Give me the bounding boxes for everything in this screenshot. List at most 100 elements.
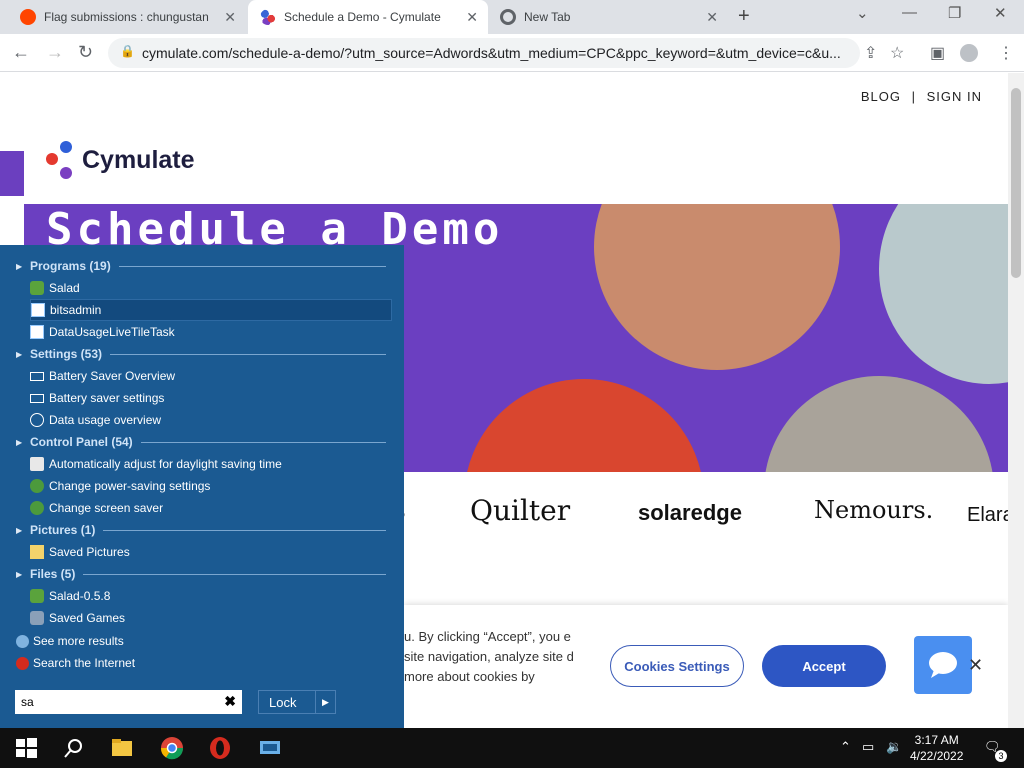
side-panel-icon[interactable]: ▣ bbox=[930, 43, 945, 63]
group-header-label: Programs (19) bbox=[30, 259, 111, 273]
result-label: Automatically adjust for daylight saving… bbox=[49, 457, 282, 471]
restore-button[interactable]: ❐ bbox=[948, 4, 961, 22]
triangle-right-icon: ▶ bbox=[16, 261, 23, 271]
tab-new-tab[interactable]: New Tab ✕ bbox=[488, 0, 728, 34]
chat-bubble-icon bbox=[929, 652, 957, 678]
group-header-files[interactable]: ▶ Files (5) bbox=[16, 563, 386, 585]
result-item[interactable]: Automatically adjust for daylight saving… bbox=[30, 453, 392, 475]
reddit-icon bbox=[20, 9, 36, 25]
brand-logo: Quilter bbox=[470, 494, 571, 527]
clock[interactable]: 3:17 AM 4/22/2022 bbox=[910, 732, 963, 764]
close-icon[interactable]: ✕ bbox=[466, 9, 478, 26]
result-label: Battery saver settings bbox=[49, 391, 165, 405]
result-label: Data usage overview bbox=[49, 413, 162, 427]
tab-flag-submissions[interactable]: Flag submissions : chungustan ✕ bbox=[8, 0, 246, 34]
result-label: Battery Saver Overview bbox=[49, 369, 176, 383]
minimize-button[interactable]: — bbox=[902, 4, 917, 21]
cookie-text: u. By clicking “Accept”, you e site navi… bbox=[404, 629, 574, 684]
opera-icon[interactable] bbox=[208, 736, 232, 760]
close-icon[interactable]: ✕ bbox=[968, 655, 983, 676]
search-internet-link[interactable]: Search the Internet bbox=[16, 652, 135, 674]
task-window-icon bbox=[31, 303, 45, 317]
search-internet-label: Search the Internet bbox=[33, 656, 136, 670]
logo-text[interactable]: Cymulate bbox=[82, 146, 195, 175]
window-close-button[interactable]: ✕ bbox=[994, 4, 1007, 22]
result-item[interactable]: Salad-0.5.8 bbox=[30, 585, 392, 607]
accept-button[interactable]: Accept bbox=[762, 645, 886, 687]
reload-icon[interactable]: ↻ bbox=[78, 42, 93, 63]
see-more-results-link[interactable]: See more results bbox=[16, 630, 124, 652]
task-window-icon bbox=[30, 325, 44, 339]
forward-icon[interactable]: → bbox=[46, 42, 64, 63]
volume-icon[interactable]: 🔉 bbox=[886, 739, 902, 755]
search-input[interactable]: sa ✖ bbox=[15, 690, 242, 714]
clear-search-icon[interactable]: ✖ bbox=[224, 693, 236, 710]
windows-start-icon[interactable] bbox=[14, 736, 38, 760]
chevron-up-icon[interactable]: ⌃ bbox=[840, 739, 851, 755]
lock-icon[interactable]: 🔒 bbox=[120, 44, 135, 58]
browser-toolbar: ← → ↻ 🔒 cymulate.com/schedule-a-demo/?ut… bbox=[0, 34, 1024, 72]
blog-link[interactable]: BLOG bbox=[861, 89, 901, 104]
profile-avatar[interactable] bbox=[960, 44, 978, 62]
back-icon[interactable]: ← bbox=[12, 42, 30, 63]
power-options-icon bbox=[30, 479, 44, 493]
result-item[interactable]: DataUsageLiveTileTask bbox=[30, 321, 392, 343]
address-bar[interactable]: 🔒 cymulate.com/schedule-a-demo/?utm_sour… bbox=[108, 38, 860, 68]
lock-label: Lock bbox=[269, 694, 297, 710]
power-options-arrow-icon[interactable]: ▶ bbox=[315, 691, 335, 713]
group-header-pictures[interactable]: ▶ Pictures (1) bbox=[16, 519, 386, 541]
scroll-thumb[interactable] bbox=[1011, 88, 1021, 278]
group-header-label: Control Panel (54) bbox=[30, 435, 133, 449]
result-label: DataUsageLiveTileTask bbox=[49, 325, 175, 339]
tab-search-icon[interactable]: ⌄ bbox=[856, 4, 869, 22]
group-header-control-panel[interactable]: ▶ Control Panel (54) bbox=[16, 431, 386, 453]
url-text[interactable]: cymulate.com/schedule-a-demo/?utm_source… bbox=[142, 45, 842, 61]
divider bbox=[140, 441, 386, 443]
result-item[interactable]: Change screen saver bbox=[30, 497, 392, 519]
divider bbox=[110, 353, 386, 355]
cymulate-logo-icon[interactable] bbox=[45, 141, 77, 181]
close-icon[interactable]: ✕ bbox=[224, 9, 236, 26]
cookie-banner: u. By clicking “Accept”, you e site navi… bbox=[404, 605, 1008, 728]
result-item[interactable]: Saved Games bbox=[30, 607, 392, 629]
network-icon[interactable]: ▭ bbox=[862, 739, 874, 755]
new-tab-button[interactable]: + bbox=[738, 5, 750, 28]
result-item[interactable]: Data usage overview bbox=[30, 409, 392, 431]
hero-photo-circle bbox=[879, 204, 1008, 384]
group-header-label: Pictures (1) bbox=[30, 523, 96, 537]
share-icon[interactable]: ⇪ bbox=[864, 43, 877, 63]
file-explorer-icon[interactable] bbox=[110, 736, 134, 760]
power-options-icon bbox=[30, 501, 44, 515]
hero-photo-circle bbox=[764, 376, 994, 472]
tab-strip: Flag submissions : chungustan ✕ Schedule… bbox=[0, 0, 1024, 34]
divider bbox=[103, 529, 386, 531]
chrome-icon bbox=[500, 9, 516, 25]
search-query-text: sa bbox=[21, 695, 34, 709]
see-more-label: See more results bbox=[33, 634, 124, 648]
chat-button[interactable] bbox=[914, 636, 972, 694]
cookies-settings-button[interactable]: Cookies Settings bbox=[610, 645, 744, 687]
result-label: Salad-0.5.8 bbox=[49, 589, 111, 603]
menu-icon[interactable]: ⋮ bbox=[998, 43, 1014, 63]
triangle-right-icon: ▶ bbox=[16, 349, 23, 359]
lock-button[interactable]: Lock ▶ bbox=[258, 690, 336, 714]
salad-app-icon bbox=[30, 281, 44, 295]
result-item[interactable]: Salad bbox=[30, 277, 392, 299]
result-item[interactable]: Change power-saving settings bbox=[30, 475, 392, 497]
result-item[interactable]: bitsadmin bbox=[30, 299, 392, 321]
chrome-icon[interactable] bbox=[160, 736, 184, 760]
bookmark-star-icon[interactable]: ☆ bbox=[890, 43, 904, 63]
notification-badge: 3 bbox=[995, 750, 1007, 762]
sign-in-link[interactable]: SIGN IN bbox=[927, 89, 982, 104]
result-item[interactable]: Saved Pictures bbox=[30, 541, 392, 563]
group-header-settings[interactable]: ▶ Settings (53) bbox=[16, 343, 386, 365]
group-header-label: Files (5) bbox=[30, 567, 76, 581]
tab-schedule-demo[interactable]: Schedule a Demo - Cymulate ✕ bbox=[248, 0, 488, 34]
result-item[interactable]: Battery saver settings bbox=[30, 387, 392, 409]
group-header-programs[interactable]: ▶ Programs (19) bbox=[16, 255, 386, 277]
remote-desktop-icon[interactable] bbox=[258, 736, 282, 760]
close-icon[interactable]: ✕ bbox=[706, 9, 718, 26]
result-item[interactable]: Battery Saver Overview bbox=[30, 365, 392, 387]
tab-title: Schedule a Demo - Cymulate bbox=[284, 10, 441, 24]
search-icon[interactable] bbox=[62, 736, 86, 760]
